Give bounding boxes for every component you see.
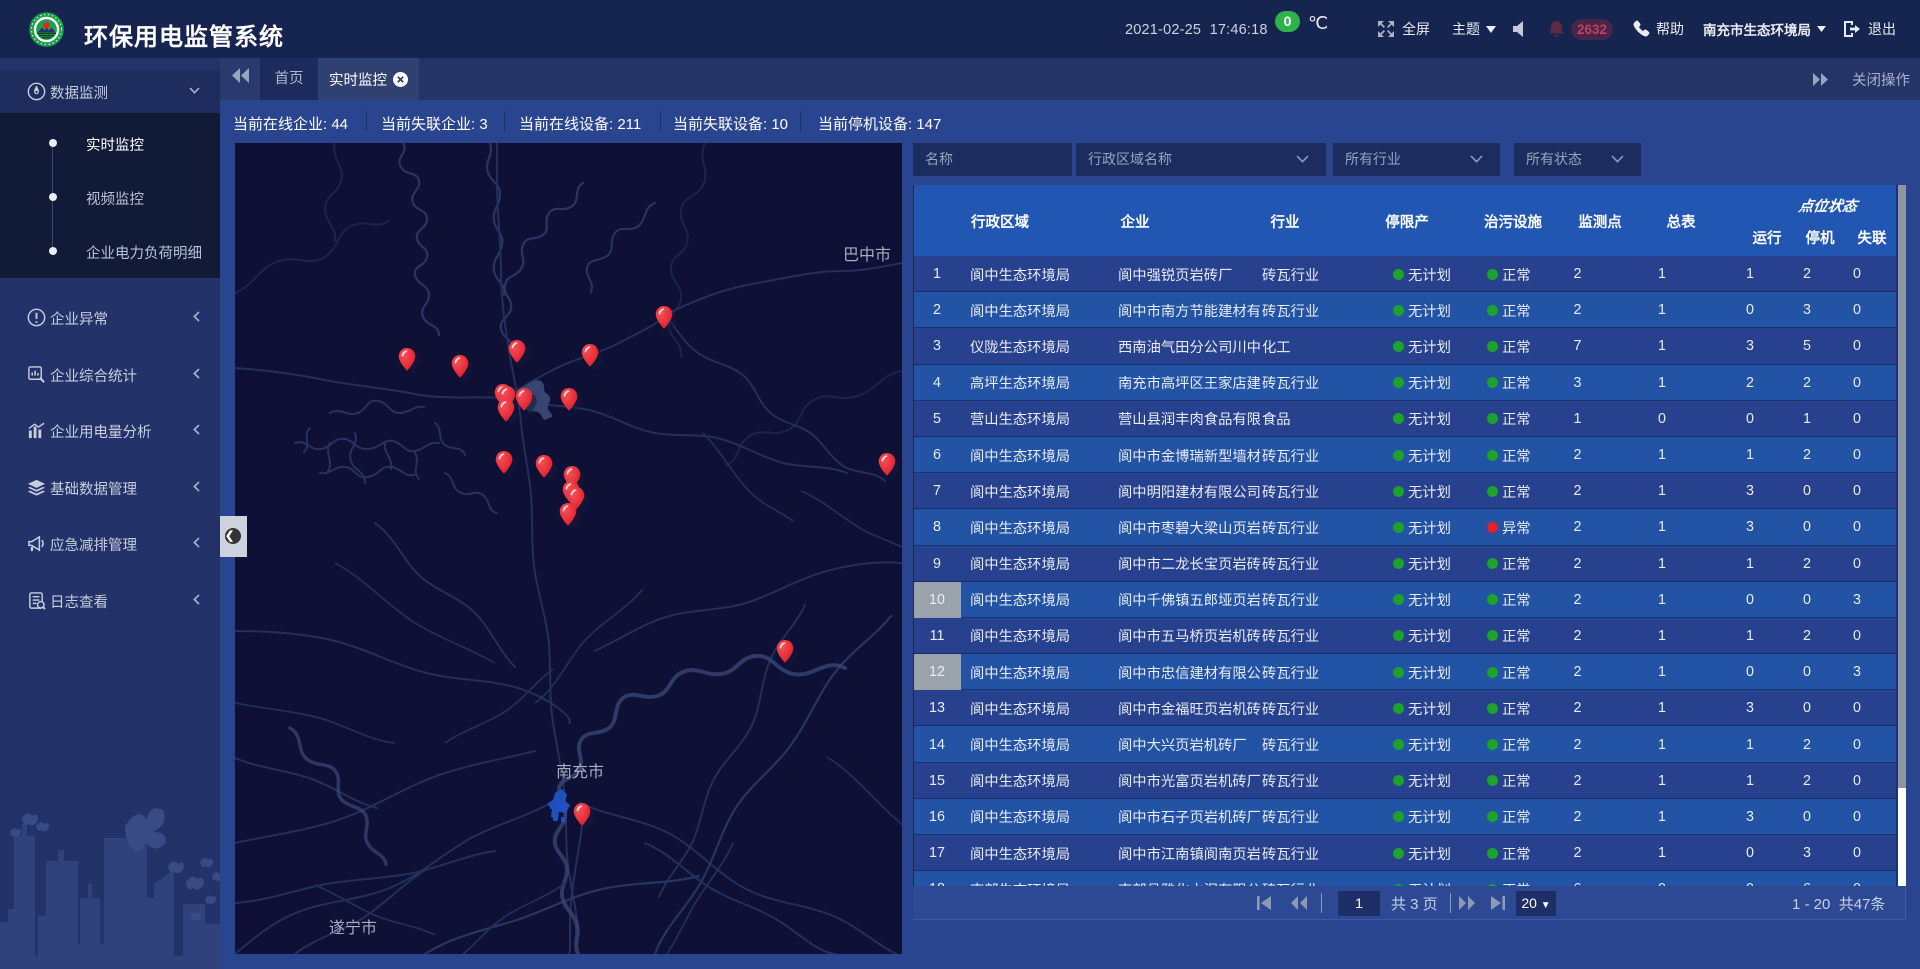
- svg-text:巴中市: 巴中市: [843, 246, 891, 264]
- svg-text:遂宁市: 遂宁市: [329, 919, 377, 937]
- svg-text:南充市: 南充市: [556, 763, 604, 781]
